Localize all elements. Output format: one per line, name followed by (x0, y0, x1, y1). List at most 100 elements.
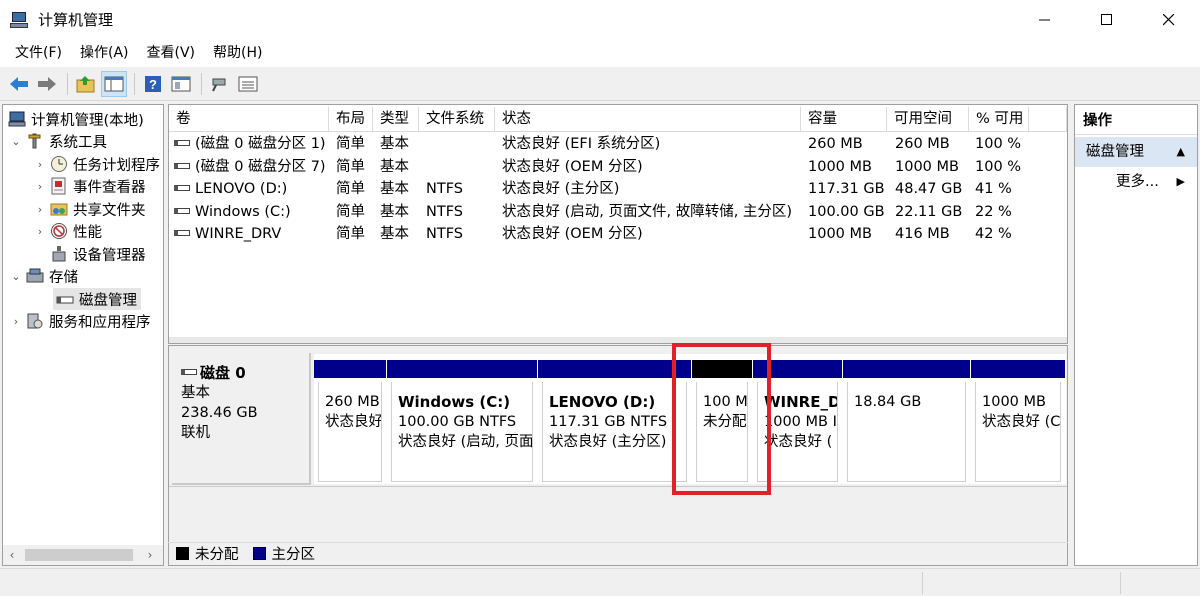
scroll-left-icon[interactable]: ‹ (3, 548, 21, 562)
tree-item-label: 性能 (73, 224, 102, 241)
maximize-icon (1101, 13, 1112, 25)
chevron-right-icon[interactable]: › (9, 315, 23, 328)
caret-up-icon[interactable]: ▲ (1177, 137, 1185, 167)
col-filesystem[interactable]: 文件系统 (419, 107, 495, 132)
status-segment (1120, 572, 1121, 594)
disk-state: 联机 (181, 425, 210, 441)
close-icon (1163, 13, 1175, 25)
up-button[interactable] (73, 71, 99, 97)
tree-item-disk-management[interactable]: 磁盘管理 (53, 288, 141, 310)
partition-oem[interactable]: 1000 MB 状态良好 (C (971, 360, 1065, 482)
tree-item-label: 服务和应用程序 (49, 314, 151, 331)
chevron-right-icon[interactable]: › (33, 180, 47, 193)
partition-efi[interactable]: 260 MB 状态良好 (314, 360, 386, 482)
tree-item-label: 存储 (49, 269, 78, 286)
partition-windows-c[interactable]: Windows (C:) 100.00 GB NTFS 状态良好 (启动, 页面 (387, 360, 537, 482)
services-icon (27, 313, 43, 329)
partition-bar (538, 360, 691, 378)
close-button[interactable] (1138, 0, 1200, 39)
cell-type: 基本 (380, 226, 409, 242)
cell-percent-free: 41 % (975, 181, 1012, 197)
cell-type: 基本 (380, 158, 409, 175)
cell-status: 状态良好 (OEM 分区) (502, 226, 643, 242)
col-status[interactable]: 状态 (495, 107, 801, 132)
storage-icon (26, 268, 44, 283)
submenu-arrow-icon: ▶ (1176, 175, 1185, 188)
tree-item-device-manager[interactable]: 设备管理器 (47, 243, 146, 265)
shared-folder-icon (50, 203, 68, 216)
disk-name: 磁盘 0 (181, 363, 309, 383)
menu-action[interactable]: 操作(A) (71, 39, 138, 67)
col-type[interactable]: 类型 (373, 107, 419, 132)
forward-button[interactable] (34, 71, 60, 97)
actions-more[interactable]: 更多... ▶ (1075, 167, 1197, 197)
scroll-right-icon[interactable]: › (141, 548, 159, 562)
partition-body: LENOVO (D:) 117.31 GB NTFS 状态良好 (主分区) (542, 382, 687, 482)
tree-item-storage[interactable]: ⌄ 存储 (9, 265, 78, 287)
chevron-down-icon[interactable]: ⌄ (9, 135, 23, 148)
list-view-icon (238, 76, 258, 91)
col-percent-free[interactable]: % 可用 (969, 107, 1029, 132)
col-layout[interactable]: 布局 (329, 107, 373, 132)
cell-status: 状态良好 (OEM 分区) (502, 158, 643, 175)
table-row[interactable]: (磁盘 0 磁盘分区 1) 简单 基本 状态良好 (EFI 系统分区) 260 … (169, 133, 1067, 156)
col-volume[interactable]: 卷 (169, 107, 329, 132)
menu-view[interactable]: 查看(V) (138, 39, 205, 67)
chevron-right-icon[interactable]: › (33, 158, 47, 171)
show-hide-tree-icon (104, 76, 124, 91)
toolbar-separator (134, 72, 135, 95)
table-row[interactable]: LENOVO (D:) 简单 基本 NTFS 状态良好 (主分区) 117.31… (169, 178, 1067, 201)
partition-body: 1000 MB 状态良好 (C (975, 382, 1061, 482)
connect-button[interactable] (207, 71, 233, 97)
scrollbar-thumb[interactable] (25, 549, 133, 561)
tree-root[interactable]: 计算机管理(本地) (5, 108, 144, 130)
cell-free-space: 416 MB (895, 226, 950, 242)
tree-item-performance[interactable]: › 性能 (33, 220, 102, 242)
tree-item-services[interactable]: › 服务和应用程序 (9, 310, 151, 332)
col-free-space[interactable]: 可用空间 (887, 107, 969, 132)
disk-icon (181, 369, 197, 375)
minimize-icon (1039, 19, 1050, 20)
minimize-button[interactable] (1014, 0, 1076, 39)
chevron-right-icon[interactable]: › (33, 203, 47, 216)
toolbar: ? (0, 67, 1200, 101)
table-row[interactable]: Windows (C:) 简单 基本 NTFS 状态良好 (启动, 页面文件, … (169, 201, 1067, 224)
show-hide-tree-button[interactable] (101, 70, 127, 97)
list-divider[interactable] (169, 337, 1067, 343)
properties-icon (171, 76, 191, 91)
chevron-right-icon[interactable]: › (33, 225, 47, 238)
table-row[interactable]: (磁盘 0 磁盘分区 7) 简单 基本 状态良好 (OEM 分区) 1000 M… (169, 156, 1067, 179)
cell-status: 状态良好 (主分区) (502, 181, 620, 197)
disk-type: 基本 (181, 385, 210, 401)
menu-bar: 文件(F) 操作(A) 查看(V) 帮助(H) (0, 39, 1200, 67)
menu-file[interactable]: 文件(F) (6, 39, 71, 67)
partition-bar (314, 360, 386, 378)
table-row[interactable]: WINRE_DRV 简单 基本 NTFS 状态良好 (OEM 分区) 1000 … (169, 223, 1067, 246)
volume-list-header: 卷 布局 类型 文件系统 状态 容量 可用空间 % 可用 (169, 107, 1067, 132)
volume-icon (174, 162, 190, 169)
properties-button[interactable] (168, 71, 194, 97)
maximize-button[interactable] (1076, 0, 1138, 39)
volume-icon (174, 185, 190, 191)
partition-lenovo-d[interactable]: LENOVO (D:) 117.31 GB NTFS 状态良好 (主分区) (538, 360, 691, 482)
cell-status: 状态良好 (EFI 系统分区) (502, 136, 661, 152)
list-view-button[interactable] (235, 71, 261, 97)
cell-volume: (磁盘 0 磁盘分区 7) (174, 156, 326, 178)
help-button[interactable]: ? (140, 71, 166, 97)
disk-0-label[interactable]: 磁盘 0 基本 238.46 GB 联机 (172, 353, 311, 485)
back-button[interactable] (6, 71, 32, 97)
tree-item-shared-folders[interactable]: › 共享文件夹 (33, 198, 146, 220)
menu-help[interactable]: 帮助(H) (204, 39, 271, 67)
tree-item-event-viewer[interactable]: › 事件查看器 (33, 175, 146, 197)
chevron-down-icon[interactable]: ⌄ (9, 270, 23, 283)
tree-item-task-scheduler[interactable]: › 任务计划程序 (33, 153, 160, 175)
partition-bar (971, 360, 1065, 378)
cell-free-space: 22.11 GB (895, 203, 963, 220)
partition-data[interactable]: 18.84 GB (843, 360, 970, 482)
tree-horizontal-scrollbar[interactable]: ‹ › (3, 545, 163, 565)
actions-section-disk-management[interactable]: 磁盘管理 ▲ (1075, 137, 1197, 167)
tree-item-system-tools[interactable]: ⌄ 系统工具 (9, 130, 107, 152)
partition-body: 18.84 GB (847, 382, 966, 482)
col-capacity[interactable]: 容量 (801, 107, 887, 132)
event-viewer-icon (51, 177, 66, 195)
